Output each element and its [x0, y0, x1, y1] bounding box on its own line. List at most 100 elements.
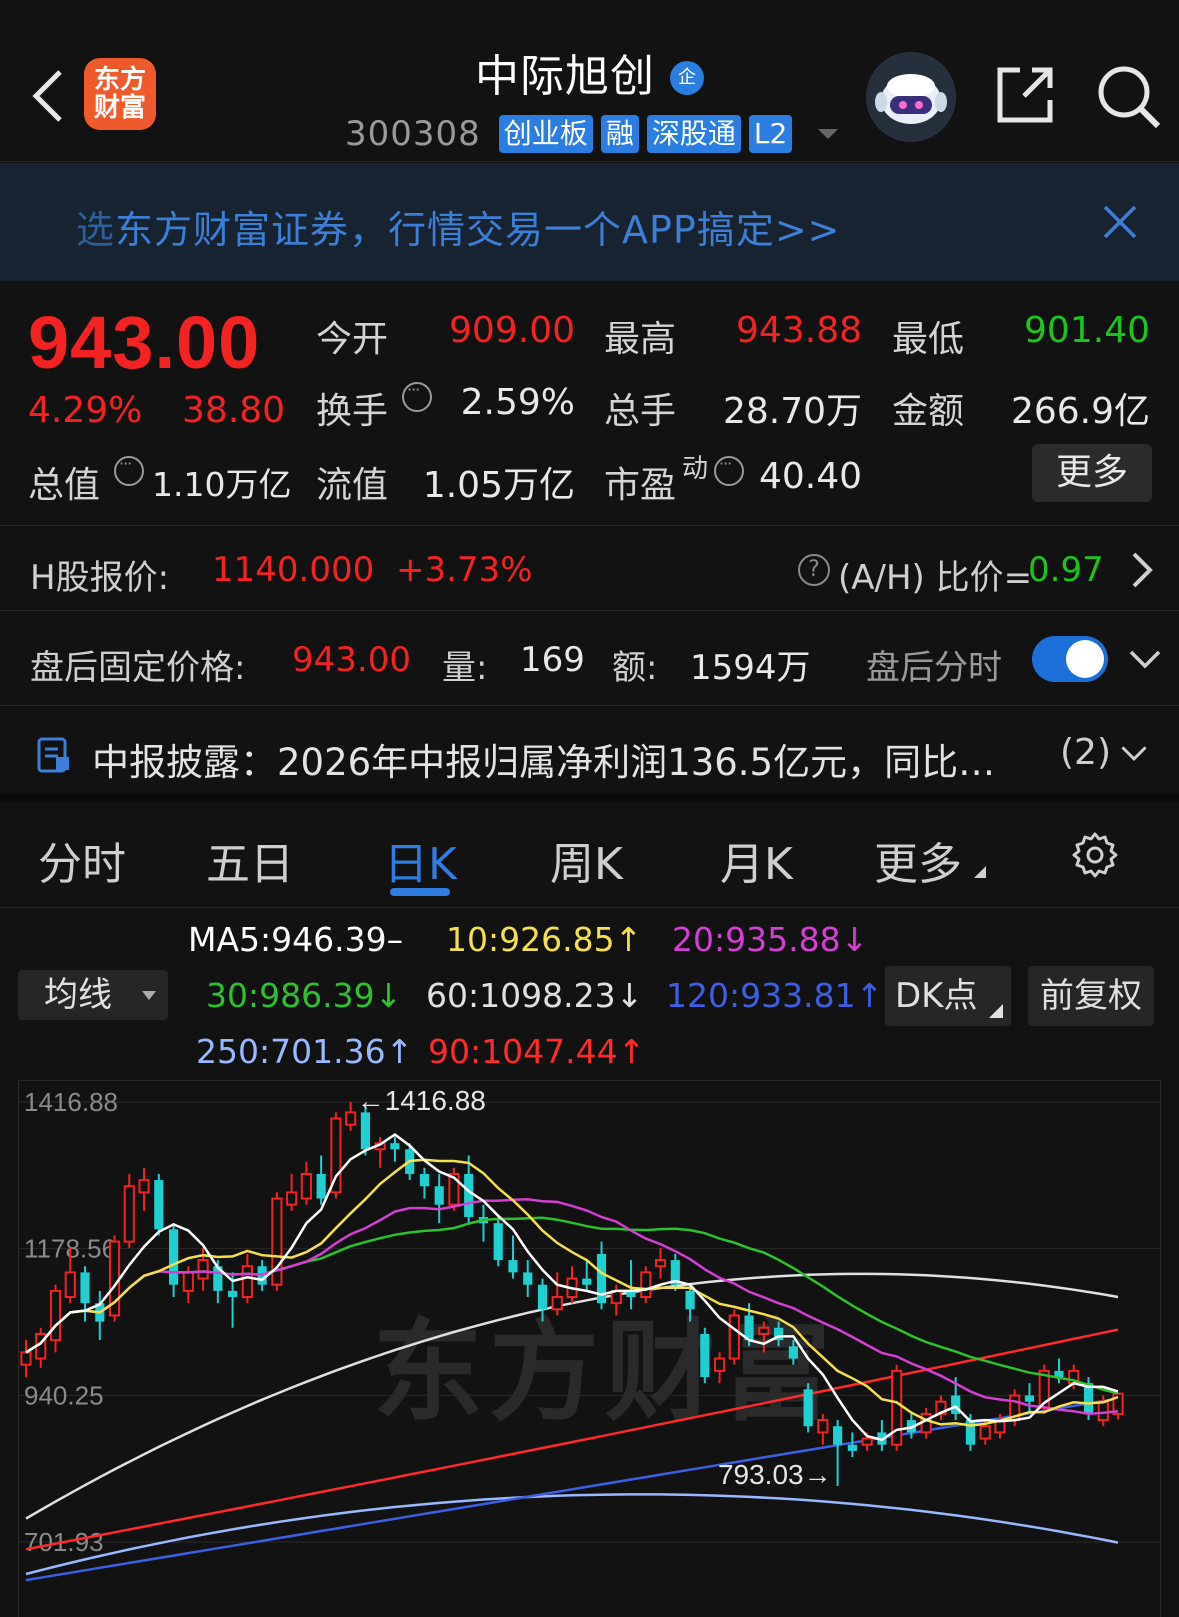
market-cap-value: 1.10万亿	[152, 465, 292, 504]
candle-body-up	[300, 1172, 312, 1200]
after-hours-volume: 169	[520, 640, 585, 680]
candle-body-up	[758, 1326, 770, 1335]
candle-body-up	[1097, 1400, 1109, 1422]
candlestick-chart[interactable]: 1416.881178.56940.25701.93东方财富←1416.8879…	[18, 1080, 1161, 1617]
chevron-down-icon[interactable]	[818, 129, 839, 139]
float-cap-label: 流值	[316, 465, 389, 506]
open-label: 今开	[316, 319, 389, 360]
tab-monthly-k[interactable]: 月K	[720, 828, 793, 892]
after-hours-amount: 1594万	[690, 648, 811, 688]
candle-body-down	[360, 1112, 370, 1150]
robot-assistant-icon[interactable]	[866, 52, 956, 142]
float-cap-value: 1.05万亿	[422, 465, 575, 506]
ma10-value: 10:926.85↑	[446, 920, 643, 959]
candle-body-down	[80, 1272, 90, 1304]
tag-level2: L2	[748, 115, 793, 153]
tab-intraday[interactable]: 分时	[38, 828, 126, 892]
stock-code-row[interactable]: 300308 创业板 融 深股通 L2	[345, 112, 839, 156]
candle-body-up	[49, 1289, 62, 1342]
ma250-value: 250:701.36↑	[196, 1032, 414, 1071]
candle-body-up	[197, 1259, 209, 1280]
more-dots-icon[interactable]	[114, 454, 144, 486]
candle-body-down	[847, 1444, 857, 1451]
candle-body-down	[1024, 1395, 1035, 1402]
ah-ratio-label: (A/H) 比价=	[838, 558, 1033, 598]
gear-icon[interactable]	[1070, 830, 1120, 880]
open-value: 909.00	[449, 310, 575, 351]
dk-point-button[interactable]: DK点	[885, 966, 1011, 1026]
market-cap-label: 总值	[28, 465, 101, 506]
candle-body-down	[390, 1143, 400, 1150]
tab-weekly-k[interactable]: 周K	[550, 828, 623, 892]
last-price: 943.00	[28, 301, 261, 384]
after-hours-amount-label: 额:	[612, 648, 658, 688]
more-caret-icon	[974, 866, 986, 878]
candle-body-up	[182, 1271, 194, 1292]
report-count: (2)	[1060, 732, 1111, 773]
after-hours-toggle[interactable]	[1032, 636, 1108, 682]
candle-body-up	[20, 1351, 32, 1366]
candle-body-up	[640, 1271, 652, 1299]
search-icon[interactable]	[1096, 64, 1162, 130]
candle-body-up	[286, 1191, 298, 1206]
candle-body-down	[316, 1173, 326, 1199]
candle-body-down	[523, 1272, 533, 1285]
candle-body-up	[345, 1111, 357, 1126]
candle-body-up	[920, 1412, 932, 1434]
amount-value: 266.9亿	[1010, 391, 1150, 432]
candle-body-down	[537, 1284, 548, 1310]
candle-body-down	[493, 1223, 503, 1261]
promo-banner[interactable]: 选东方财富证券，行情交易一个APP搞定>>	[0, 163, 1179, 281]
volume-value: 28.70万	[722, 391, 862, 432]
tab-daily-k[interactable]: 日K	[384, 828, 457, 892]
h-share-change: +3.73%	[396, 550, 533, 590]
candle-body-down	[685, 1290, 695, 1310]
ma60-value: 60:1098.23↓	[426, 976, 644, 1015]
after-hours-label: 盘后固定价格:	[30, 648, 246, 688]
candle-body-up	[551, 1296, 563, 1311]
more-dots-icon[interactable]	[402, 380, 432, 412]
change-percent: 4.29%	[28, 390, 143, 431]
help-icon[interactable]: ?	[798, 554, 830, 586]
turnover-label: 换手	[316, 391, 389, 432]
chevron-right-icon[interactable]	[1126, 550, 1156, 590]
high-marker: ←1416.88	[357, 1085, 486, 1116]
turnover-value: 2.59%	[460, 382, 575, 423]
candle-body-down	[228, 1290, 238, 1298]
banner-text-rest: 东方财富证券，行情交易一个APP搞定>>	[115, 208, 841, 252]
low-value: 901.40	[1024, 310, 1150, 351]
candle-body-up	[64, 1271, 76, 1299]
candle-body-down	[803, 1389, 813, 1427]
report-text[interactable]: 中报披露：2026年中报归属净利润136.5亿元，同比…	[92, 732, 995, 786]
high-label: 最高	[604, 319, 677, 360]
ma250-line	[25, 1493, 1119, 1576]
low-label: 最低	[892, 319, 965, 360]
chevron-down-icon[interactable]	[1120, 744, 1148, 764]
candle-body-up	[713, 1357, 726, 1372]
volume-label: 总手	[604, 391, 677, 432]
ma20-value: 20:935.88↓	[672, 920, 869, 959]
close-icon[interactable]	[1102, 204, 1138, 240]
y-tick-label: 940.25	[24, 1380, 104, 1410]
tag-board: 创业板	[498, 115, 593, 153]
tab-more[interactable]: 更多	[874, 828, 962, 892]
candle-body-up	[861, 1437, 873, 1446]
price-adjust-button[interactable]: 前复权	[1028, 966, 1154, 1026]
chevron-down-icon[interactable]	[1128, 648, 1162, 672]
share-icon[interactable]	[994, 64, 1056, 126]
candle-body-up	[817, 1419, 829, 1434]
tab-five-day[interactable]: 五日	[206, 828, 294, 892]
candle-body-up	[654, 1259, 667, 1268]
tag-connect: 深股通	[646, 115, 741, 153]
document-icon	[37, 737, 69, 773]
ma-selector[interactable]: 均线	[18, 970, 168, 1020]
stock-name: 中际旭创	[474, 51, 655, 102]
candle-body-down	[154, 1180, 164, 1230]
candle-body-down	[464, 1173, 474, 1218]
banner-text[interactable]: 选东方财富证券，行情交易一个APP搞定>>	[76, 199, 841, 254]
more-dots-icon[interactable]	[714, 454, 744, 486]
h-share-label: H股报价:	[30, 558, 170, 598]
candle-body-up	[728, 1314, 740, 1360]
more-button[interactable]: 更多	[1032, 444, 1152, 502]
candle-body-down	[508, 1260, 518, 1273]
